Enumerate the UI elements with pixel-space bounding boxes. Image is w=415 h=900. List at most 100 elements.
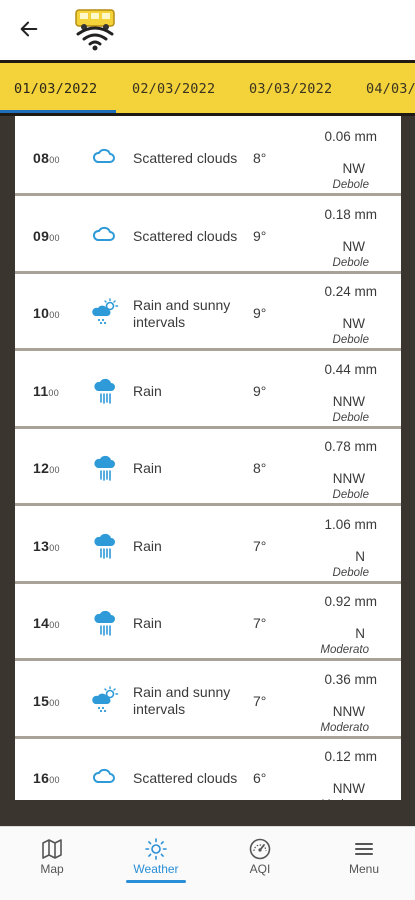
temperature-label: 8° — [253, 460, 267, 476]
minutes-label: 00 — [49, 155, 60, 165]
wind-intensity-label: Debole — [332, 256, 369, 269]
temperature-label: 9° — [253, 382, 267, 399]
rain-icon — [94, 533, 115, 559]
temperature-label: 9° — [253, 227, 267, 244]
tab-date-1[interactable]: 01/03/2022 — [14, 63, 97, 113]
wind-direction-label: N — [355, 626, 365, 641]
temperature-label: 9° — [253, 305, 267, 321]
sun-rain-icon — [92, 685, 119, 712]
minutes-label: 00 — [48, 387, 60, 398]
active-tab-indicator — [0, 110, 116, 113]
nav-weather[interactable]: Weather — [104, 827, 208, 887]
temperature-label: 6° — [253, 770, 267, 786]
precipitation-label: 0.18 mm — [324, 206, 377, 222]
hour-label: 1000 — [33, 305, 60, 321]
tab-date-4[interactable]: 04/03/2 — [366, 63, 415, 113]
cloud-icon — [92, 148, 115, 163]
back-button[interactable] — [14, 14, 44, 44]
map-icon — [42, 839, 62, 859]
wind-direction-label: NNW — [332, 703, 365, 719]
precipitation-label: 0.12 mm — [324, 749, 377, 764]
wind-direction-label: NW — [342, 238, 366, 254]
precipitation-label: 0.78 mm — [324, 439, 377, 454]
gauge-icon — [249, 838, 271, 860]
temperature-label: 7° — [253, 537, 267, 554]
precipitation-label: 0.44 mm — [324, 361, 377, 377]
forecast-row: 1200 Rain 8° 0.78 mm NNW Debole — [15, 431, 401, 506]
nav-aqi-label: AQI — [249, 862, 271, 876]
date-tabs-bar: 01/03/2022 02/03/2022 03/03/2022 04/03/2 — [0, 60, 415, 116]
hour-label: 1400 — [33, 615, 60, 631]
hourly-forecast-list[interactable]: 0800 Scattered clouds 8° 0.06 mm NW Debole 090… — [15, 116, 401, 800]
wind-intensity-label: Debole — [332, 334, 369, 346]
precipitation-label: 0.92 mm — [324, 594, 377, 609]
app-logo — [75, 9, 115, 51]
forecast-row: 1600 Scattered clouds 6° 0.12 mm NNW Moderato — [15, 741, 401, 800]
condition-label: Scattered clouds — [133, 770, 238, 786]
forecast-row: 1100 Rain 9° 0.44 mm NNW Debole — [15, 353, 401, 429]
wind-direction-label: NNW — [332, 781, 365, 796]
hour-label: 1300 — [33, 537, 60, 554]
wind-intensity-label: Debole — [332, 179, 369, 191]
nav-map[interactable]: Map — [0, 827, 104, 887]
condition-label: Rain — [133, 615, 162, 631]
nav-menu[interactable]: Menu — [312, 827, 415, 887]
rain-icon — [94, 455, 115, 481]
condition-label: Rain — [133, 382, 162, 399]
menu-icon — [355, 843, 373, 855]
hour-label: 0800 — [33, 150, 60, 166]
date-tabs: 01/03/2022 02/03/2022 03/03/2022 04/03/2 — [0, 63, 415, 113]
forecast-row: 1500 Rain and sunny intervals 7° 0.36 mm NNW… — [15, 663, 401, 739]
nav-aqi[interactable]: AQI — [208, 827, 312, 887]
precipitation-label: 1.06 mm — [324, 516, 377, 532]
forecast-row: 1300 Rain 7° 1.06 mm N Debole — [15, 508, 401, 584]
minutes-label: 00 — [49, 310, 60, 320]
cloud-icon — [92, 768, 115, 783]
forecast-row: 1400 Rain 7° 0.92 mm N Moderato — [15, 586, 401, 661]
temperature-label: 8° — [253, 150, 267, 166]
wind-intensity-label: Debole — [332, 489, 369, 501]
sun-icon — [145, 838, 167, 860]
nav-active-indicator — [126, 880, 186, 883]
forecast-row: 0800 Scattered clouds 8° 0.06 mm NW Debole — [15, 121, 401, 196]
wind-direction-label: NW — [342, 161, 366, 176]
tab-date-3[interactable]: 03/03/2022 — [249, 63, 332, 113]
minutes-label: 00 — [49, 775, 60, 785]
minutes-label: 00 — [49, 232, 60, 243]
sun-rain-icon — [92, 298, 119, 325]
wind-direction-label: NNW — [332, 393, 365, 409]
condition-label: Rain and sunny intervals — [133, 296, 231, 330]
forecast-row: 1000 Rain and sunny intervals 9° 0.24 mm NW D… — [15, 276, 401, 351]
wind-direction-label: NNW — [332, 471, 365, 486]
temperature-label: 7° — [253, 615, 267, 631]
wind-direction-label: NW — [342, 316, 366, 331]
app-bar — [0, 0, 415, 60]
wind-intensity-label: Moderato — [320, 799, 369, 800]
precipitation-label: 0.06 mm — [324, 129, 377, 144]
precipitation-label: 0.36 mm — [324, 671, 377, 687]
minutes-label: 00 — [49, 697, 60, 708]
hour-label: 1500 — [33, 692, 60, 709]
arrow-left-icon — [20, 21, 38, 37]
condition-label: Scattered clouds — [133, 227, 238, 244]
hour-label: 1100 — [33, 382, 60, 399]
minutes-label: 00 — [49, 620, 60, 630]
condition-label: Rain — [133, 460, 162, 476]
nav-menu-label: Menu — [348, 862, 380, 876]
hour-label: 1200 — [33, 460, 60, 476]
wind-intensity-label: Debole — [332, 411, 369, 424]
rain-icon — [94, 378, 115, 404]
wind-direction-label: N — [355, 548, 365, 564]
bottom-navigation: Map Weather AQI Menu — [0, 826, 415, 900]
hour-label: 1600 — [33, 770, 60, 786]
condition-label: Scattered clouds — [133, 150, 238, 166]
minutes-label: 00 — [49, 542, 60, 553]
nav-weather-label: Weather — [133, 862, 179, 876]
hour-label: 0900 — [33, 227, 60, 244]
rain-icon — [94, 610, 115, 636]
tab-date-2[interactable]: 02/03/2022 — [132, 63, 215, 113]
nav-map-label: Map — [40, 862, 64, 876]
minutes-label: 00 — [49, 465, 60, 475]
condition-label: Rain and sunny intervals — [133, 684, 231, 717]
wind-intensity-label: Moderato — [320, 721, 369, 734]
